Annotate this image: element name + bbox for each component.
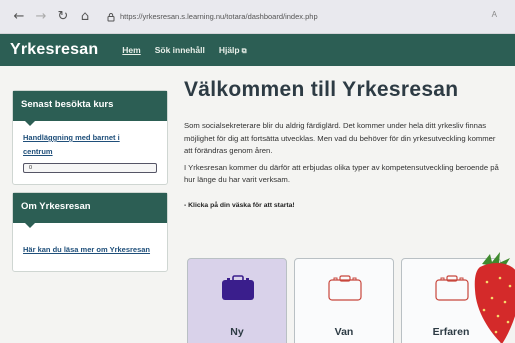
- recent-course-link-line2[interactable]: centrum: [23, 145, 157, 159]
- nav-help-label: Hjälp: [218, 44, 240, 55]
- home-button[interactable]: ⌂: [74, 6, 96, 28]
- card-ny[interactable]: Ny: [187, 258, 287, 343]
- main-nav: Hem Sök innehåll Hjälp ⧉: [122, 45, 246, 56]
- nav-home[interactable]: Hem: [122, 45, 140, 55]
- external-link-icon: ⧉: [241, 46, 247, 55]
- briefcase-icon: [222, 275, 254, 300]
- recent-course-title: Senast besökta kurs: [13, 91, 167, 126]
- card-van-label: Van: [334, 326, 354, 338]
- course-progress-value: 0: [29, 165, 33, 171]
- address-bar[interactable]: https://yrkesresan.s.learning.nu/totara/…: [106, 7, 515, 27]
- main-content: Välkommen till Yrkesresan Som socialsekr…: [184, 78, 504, 209]
- course-progress-bar: 0: [23, 163, 157, 173]
- forward-button[interactable]: →: [30, 6, 52, 28]
- nav-help[interactable]: Hjälp ⧉: [219, 45, 247, 56]
- briefcase-outline-icon: [435, 275, 469, 301]
- strawberry-decoration: [474, 252, 515, 343]
- card-ny-label: Ny: [230, 326, 244, 338]
- lock-icon: [107, 12, 115, 21]
- card-van[interactable]: Van: [294, 258, 394, 343]
- site-header: Yrkesresan Hem Sök innehåll Hjälp ⧉: [0, 34, 515, 66]
- about-link[interactable]: Här kan du läsa mer om Yrkesresan: [23, 243, 157, 257]
- about-title: Om Yrkesresan: [13, 193, 167, 228]
- about-block: Om Yrkesresan Här kan du läsa mer om Yrk…: [12, 192, 168, 272]
- nav-search[interactable]: Sök innehåll: [155, 45, 205, 55]
- browser-toolbar: ← → ↻ ⌂ https://yrkesresan.s.learning.nu…: [0, 0, 515, 34]
- reload-button[interactable]: ↻: [52, 6, 74, 28]
- back-button[interactable]: ←: [8, 6, 30, 28]
- call-to-action: - Klicka på din väska för att starta!: [184, 201, 295, 209]
- intro-paragraph: Som socialsekreterare blir du aldrig fär…: [184, 121, 496, 155]
- reader-mode-button[interactable]: A: [492, 10, 497, 19]
- page-title: Välkommen till Yrkesresan: [184, 78, 459, 101]
- recent-course-link-line1[interactable]: Handläggning med barnet i: [23, 131, 157, 145]
- info-paragraph: I Yrkesresan kommer du därför att erbjud…: [184, 162, 499, 185]
- briefcase-outline-icon: [328, 275, 362, 301]
- url-text: https://yrkesresan.s.learning.nu/totara/…: [120, 12, 318, 21]
- recent-course-block: Senast besökta kurs Handläggning med bar…: [12, 90, 168, 185]
- brand-logo[interactable]: Yrkesresan: [10, 41, 98, 59]
